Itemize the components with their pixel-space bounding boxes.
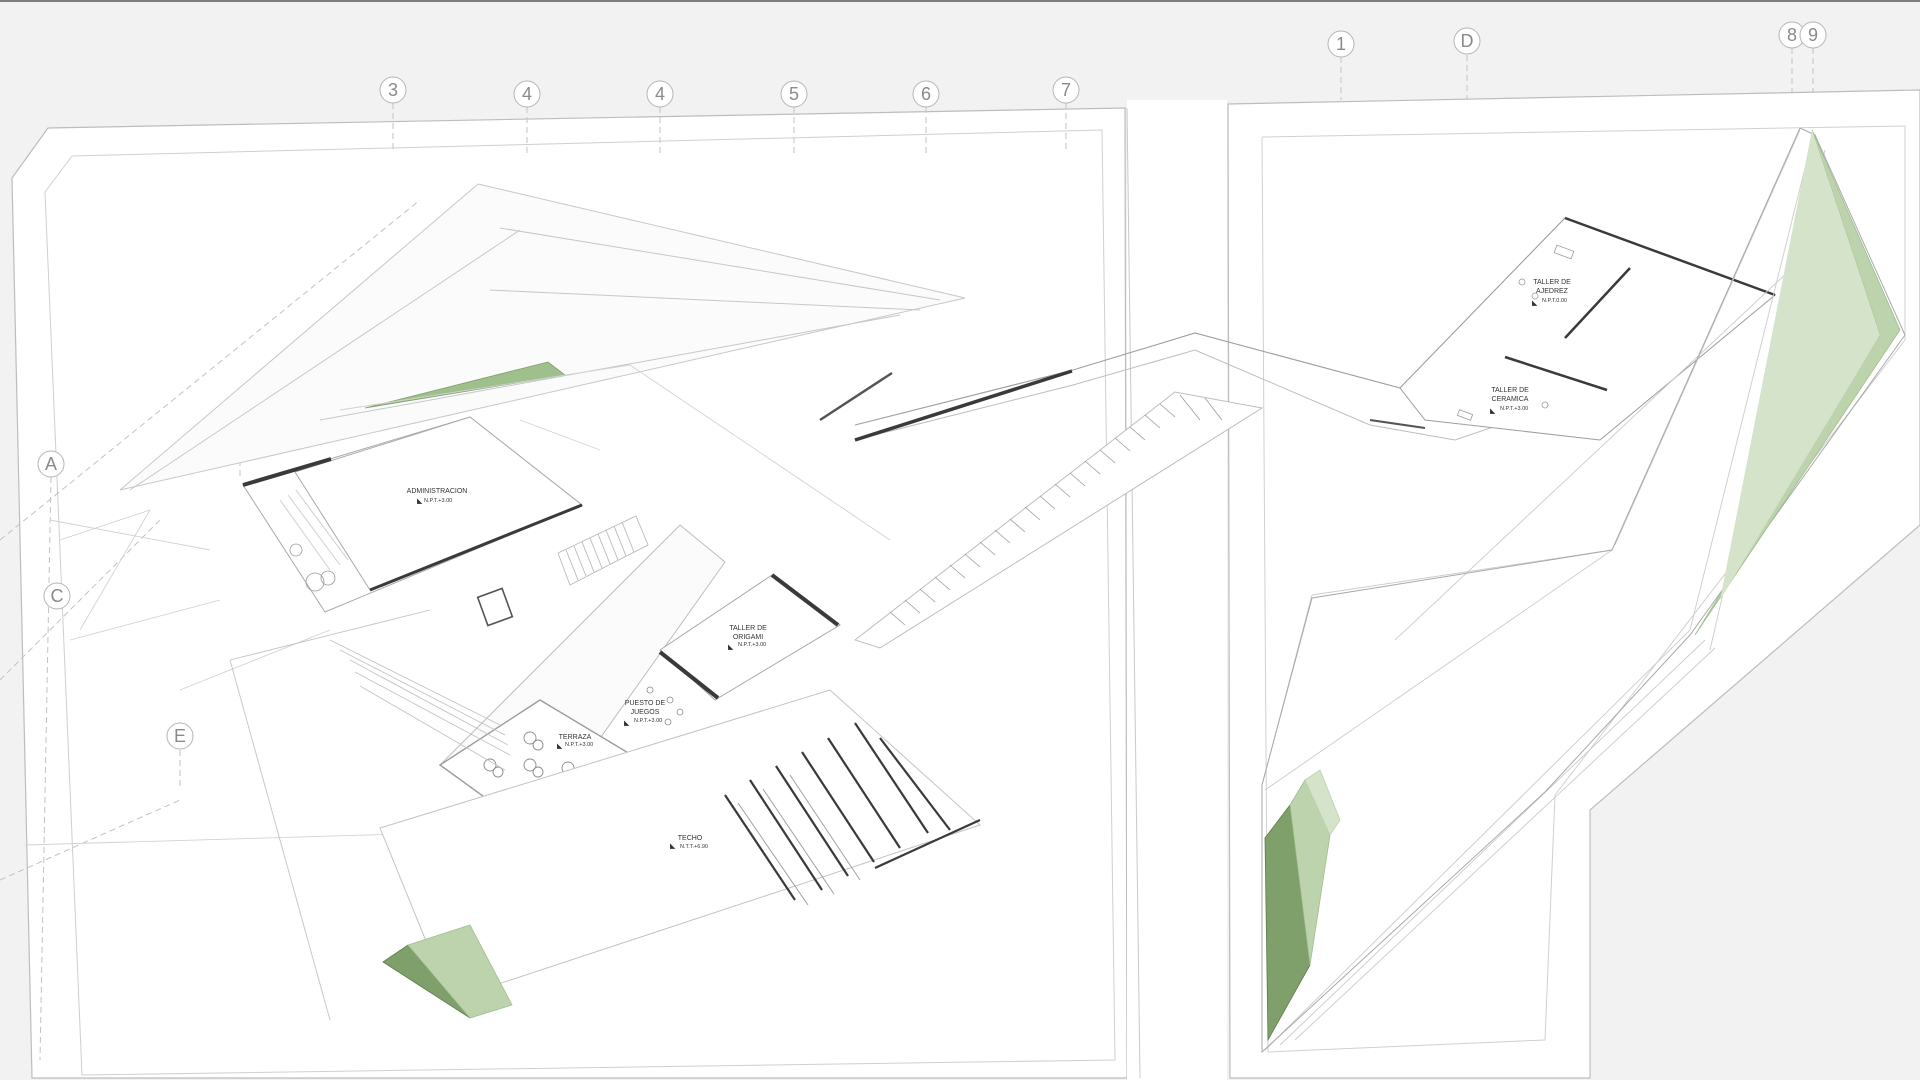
- grid-axis-9: 9: [1799, 21, 1827, 49]
- level-marker-icon: ◣: [670, 842, 676, 850]
- level-marker-icon: ◣: [1532, 299, 1538, 307]
- grid-axis-E: E: [166, 722, 194, 750]
- svg-text:TALLER DE: TALLER DE: [729, 625, 767, 632]
- svg-text:1: 1: [1336, 34, 1346, 54]
- svg-text:D: D: [1461, 31, 1474, 51]
- svg-text:N.P.T.+3.00: N.P.T.+3.00: [634, 718, 662, 724]
- svg-text:CERAMICA: CERAMICA: [1492, 396, 1529, 403]
- svg-text:TECHO: TECHO: [678, 835, 703, 842]
- svg-text:4: 4: [655, 84, 665, 104]
- level-marker-icon: ◣: [728, 643, 734, 651]
- grid-axis-7: 7: [1052, 76, 1080, 104]
- svg-text:N.T.T.+6.90: N.T.T.+6.90: [680, 844, 708, 850]
- grid-axis-C: C: [43, 582, 71, 610]
- svg-text:TERRAZA: TERRAZA: [559, 734, 592, 741]
- svg-text:N.P.T.+3.00: N.P.T.+3.00: [1500, 406, 1528, 412]
- architectural-floor-plan: 3 4 4 5 6 7 1 8 9 A B C: [0, 0, 1920, 1080]
- svg-text:E: E: [174, 726, 186, 746]
- svg-text:N.P.T.0.00: N.P.T.0.00: [1542, 298, 1567, 304]
- svg-text:JUEGOS: JUEGOS: [631, 709, 660, 716]
- svg-text:7: 7: [1061, 80, 1071, 100]
- svg-text:6: 6: [921, 84, 931, 104]
- svg-text:5: 5: [789, 84, 799, 104]
- grid-axis-4a: 4: [513, 80, 541, 108]
- svg-text:N.P.T.+3.00: N.P.T.+3.00: [424, 498, 452, 504]
- svg-text:4: 4: [522, 84, 532, 104]
- svg-text:ORIGAMI: ORIGAMI: [733, 634, 763, 641]
- grid-axis-4b: 4: [646, 80, 674, 108]
- grid-axis-D: D: [1453, 27, 1481, 55]
- svg-text:C: C: [51, 586, 64, 606]
- svg-text:A: A: [45, 454, 57, 474]
- svg-text:AJEDREZ: AJEDREZ: [1536, 288, 1569, 295]
- level-marker-icon: ◣: [624, 719, 630, 727]
- level-marker-icon: ◣: [1490, 407, 1496, 415]
- svg-text:TALLER DE: TALLER DE: [1491, 387, 1529, 394]
- svg-text:N.P.T.+3.00: N.P.T.+3.00: [738, 642, 766, 648]
- svg-text:9: 9: [1808, 25, 1818, 45]
- svg-text:8: 8: [1787, 25, 1797, 45]
- grid-axis-A: A: [37, 450, 65, 478]
- street-strip: [1127, 100, 1227, 1080]
- svg-text:ADMINISTRACION: ADMINISTRACION: [407, 488, 468, 495]
- svg-text:PUESTO DE: PUESTO DE: [625, 700, 666, 707]
- level-marker-icon: ◣: [417, 497, 423, 505]
- svg-text:3: 3: [388, 80, 398, 100]
- grid-axis-3: 3: [379, 76, 407, 104]
- svg-text:TALLER DE: TALLER DE: [1533, 279, 1571, 286]
- svg-text:N.P.T.+3.00: N.P.T.+3.00: [565, 742, 593, 748]
- grid-axis-5: 5: [780, 80, 808, 108]
- grid-axis-1: 1: [1327, 30, 1355, 58]
- level-marker-icon: ◣: [557, 742, 563, 750]
- grid-axis-6: 6: [912, 80, 940, 108]
